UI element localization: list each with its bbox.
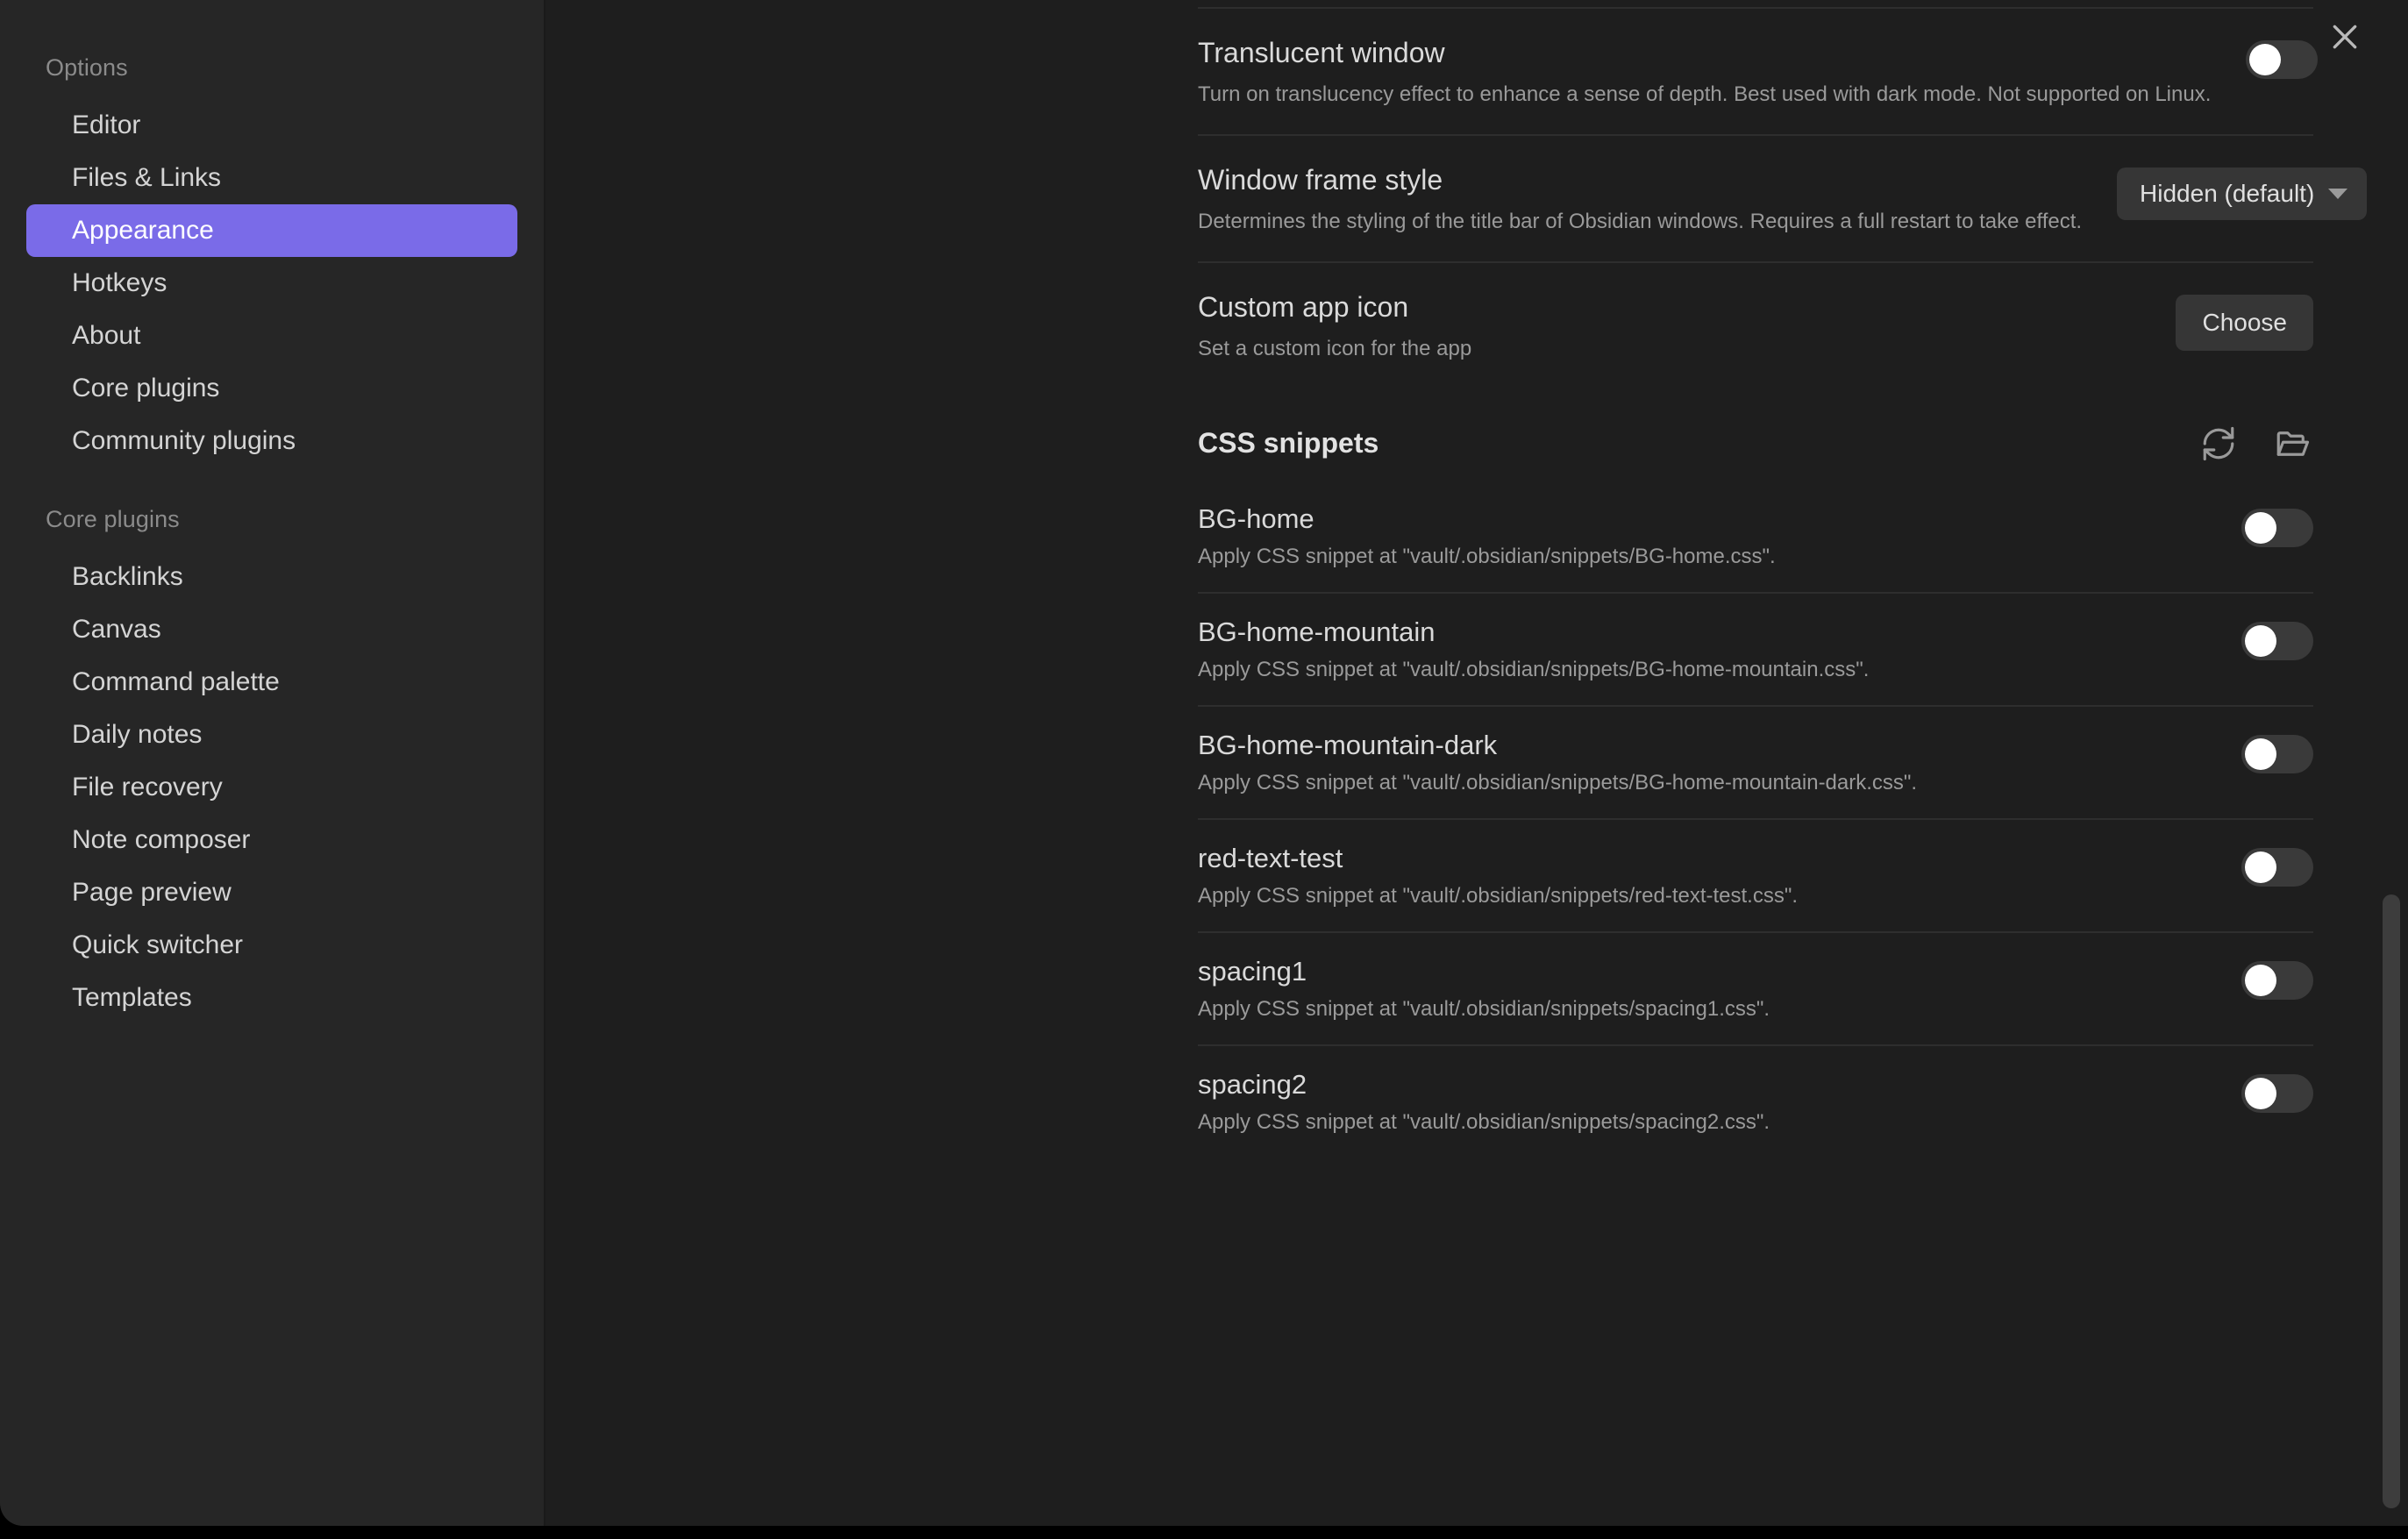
snippet-name: BG-home-mountain	[1198, 616, 1436, 647]
toggle-snippet-red-text-test[interactable]	[2241, 847, 2313, 887]
sidebar-item-appearance[interactable]: Appearance	[26, 204, 517, 257]
css-snippets-actions	[2198, 423, 2313, 465]
snippet-row-bg-home: BG-home Apply CSS snippet at "vault/.obs…	[1198, 481, 2313, 592]
sidebar-item-hotkeys[interactable]: Hotkeys	[26, 257, 517, 310]
toggle-snippet-bg-home-mountain-dark[interactable]	[2241, 734, 2313, 773]
section-title-css-snippets: CSS snippets	[1198, 427, 1379, 460]
setting-description: Determines the styling of the title bar …	[1198, 210, 2083, 234]
toggle-knob	[2245, 851, 2276, 883]
setting-name: Window frame style	[1198, 164, 1443, 196]
toggle-knob	[2249, 44, 2282, 75]
setting-name: Translucent window	[1198, 37, 1445, 68]
setting-row-window-frame-style: Window frame style Determines the stylin…	[1198, 134, 2368, 261]
snippet-control	[2241, 503, 2313, 547]
snippet-control	[2241, 730, 2313, 773]
snippet-control	[2241, 1069, 2313, 1113]
sidebar-item-file-recovery[interactable]: File recovery	[26, 761, 517, 814]
snippet-name: red-text-test	[1198, 842, 1343, 873]
setting-control	[2246, 35, 2319, 79]
snippet-info: BG-home-mountain Apply CSS snippet at "v…	[1198, 616, 1904, 682]
sidebar-item-page-preview[interactable]: Page preview	[26, 866, 517, 919]
snippet-row-bg-home-mountain-dark: BG-home-mountain-dark Apply CSS snippet …	[1198, 704, 2313, 818]
setting-info: Custom app icon Set a custom icon for th…	[1198, 289, 1507, 362]
setting-name: Custom app icon	[1198, 291, 1409, 324]
toggle-snippet-spacing1[interactable]	[2241, 960, 2313, 1000]
clipped-previous-setting-desc: Turn on translucency effect to enhance a…	[1198, 0, 2313, 7]
settings-scroll-area: Turn on translucency effect to enhance a…	[545, 0, 2408, 1158]
snippet-info: spacing1 Apply CSS snippet at "vault/.ob…	[1198, 956, 1805, 1022]
choose-app-icon-button[interactable]: Choose	[2176, 295, 2313, 352]
sidebar-item-about[interactable]: About	[26, 310, 517, 362]
sidebar-item-editor[interactable]: Editor	[26, 99, 517, 152]
nav-group-title-core-plugins: Core plugins	[46, 506, 180, 532]
settings-sidebar: Options Editor Files & Links Appearance …	[0, 0, 545, 1526]
snippet-description: Apply CSS snippet at "vault/.obsidian/sn…	[1198, 770, 1918, 794]
setting-description: Turn on translucency effect to enhance a…	[1198, 82, 2212, 106]
sidebar-item-canvas[interactable]: Canvas	[26, 603, 517, 656]
snippet-name: BG-home-mountain-dark	[1198, 729, 1498, 760]
snippet-info: BG-home Apply CSS snippet at "vault/.obs…	[1198, 503, 1811, 569]
dropdown-window-frame-style[interactable]: Hidden (default)	[2117, 167, 2368, 221]
close-icon[interactable]	[2320, 12, 2369, 61]
toggle-snippet-spacing2[interactable]	[2241, 1073, 2313, 1113]
snippet-info: spacing2 Apply CSS snippet at "vault/.ob…	[1198, 1069, 1805, 1135]
sidebar-item-templates[interactable]: Templates	[26, 972, 517, 1024]
settings-content: Turn on translucency effect to enhance a…	[545, 0, 2408, 1526]
setting-control: Choose	[2176, 289, 2313, 352]
refresh-icon[interactable]	[2198, 423, 2240, 465]
toggle-knob	[2245, 1077, 2276, 1109]
snippet-row-spacing1: spacing1 Apply CSS snippet at "vault/.ob…	[1198, 930, 2313, 1044]
toggle-knob	[2245, 624, 2276, 657]
chevron-down-icon	[2328, 189, 2348, 200]
sidebar-item-files-and-links[interactable]: Files & Links	[26, 152, 517, 204]
snippet-description: Apply CSS snippet at "vault/.obsidian/sn…	[1198, 996, 1770, 1021]
snippet-name: spacing2	[1198, 1068, 1307, 1100]
settings-modal: Options Editor Files & Links Appearance …	[0, 0, 2408, 1526]
snippet-control	[2241, 956, 2313, 1000]
sidebar-group-spacer	[0, 467, 544, 506]
sidebar-item-command-palette[interactable]: Command palette	[26, 656, 517, 709]
snippet-row-spacing2: spacing2 Apply CSS snippet at "vault/.ob…	[1198, 1044, 2313, 1158]
toggle-snippet-bg-home[interactable]	[2241, 508, 2313, 547]
toggle-knob	[2245, 964, 2276, 996]
snippet-info: red-text-test Apply CSS snippet at "vaul…	[1198, 843, 1833, 908]
toggle-knob	[2245, 511, 2276, 544]
snippet-description: Apply CSS snippet at "vault/.obsidian/sn…	[1198, 1109, 1770, 1134]
folder-open-icon[interactable]	[2271, 423, 2313, 465]
toggle-knob	[2245, 737, 2276, 770]
toggle-snippet-bg-home-mountain[interactable]	[2241, 621, 2313, 660]
setting-info: Window frame style Determines the stylin…	[1198, 162, 2117, 235]
nav-group-core-plugins: Core plugins Backlinks Canvas Command pa…	[0, 506, 544, 1024]
setting-row-custom-app-icon: Custom app icon Set a custom icon for th…	[1198, 261, 2313, 388]
sidebar-item-backlinks[interactable]: Backlinks	[26, 551, 517, 603]
toggle-translucent-window[interactable]	[2246, 40, 2319, 79]
snippet-description: Apply CSS snippet at "vault/.obsidian/sn…	[1198, 544, 1776, 568]
nav-group-title-options: Options	[46, 54, 128, 81]
sidebar-item-core-plugins[interactable]: Core plugins	[26, 362, 517, 415]
snippet-description: Apply CSS snippet at "vault/.obsidian/sn…	[1198, 657, 1870, 681]
snippet-name: BG-home	[1198, 502, 1314, 534]
css-snippets-header: CSS snippets	[1198, 423, 2313, 475]
snippet-info: BG-home-mountain-dark Apply CSS snippet …	[1198, 730, 1952, 795]
nav-group-options: Options Editor Files & Links Appearance …	[0, 54, 544, 467]
setting-control: Hidden (default)	[2117, 162, 2368, 221]
sidebar-item-community-plugins[interactable]: Community plugins	[26, 415, 517, 467]
snippet-control	[2241, 616, 2313, 660]
sidebar-item-note-composer[interactable]: Note composer	[26, 814, 517, 866]
dropdown-selected-value: Hidden (default)	[2140, 180, 2315, 208]
snippet-description: Apply CSS snippet at "vault/.obsidian/sn…	[1198, 883, 1799, 908]
snippet-row-red-text-test: red-text-test Apply CSS snippet at "vaul…	[1198, 817, 2313, 931]
snippet-name: spacing1	[1198, 955, 1307, 987]
snippet-control	[2241, 843, 2313, 887]
snippet-row-bg-home-mountain: BG-home-mountain Apply CSS snippet at "v…	[1198, 591, 2313, 705]
sidebar-item-daily-notes[interactable]: Daily notes	[26, 709, 517, 761]
setting-row-translucent-window: Translucent window Turn on translucency …	[1198, 7, 2319, 134]
sidebar-item-quick-switcher[interactable]: Quick switcher	[26, 919, 517, 972]
setting-description: Set a custom icon for the app	[1198, 337, 1472, 361]
content-scrollbar[interactable]	[2383, 894, 2400, 1508]
setting-info: Translucent window Turn on translucency …	[1198, 35, 2246, 108]
